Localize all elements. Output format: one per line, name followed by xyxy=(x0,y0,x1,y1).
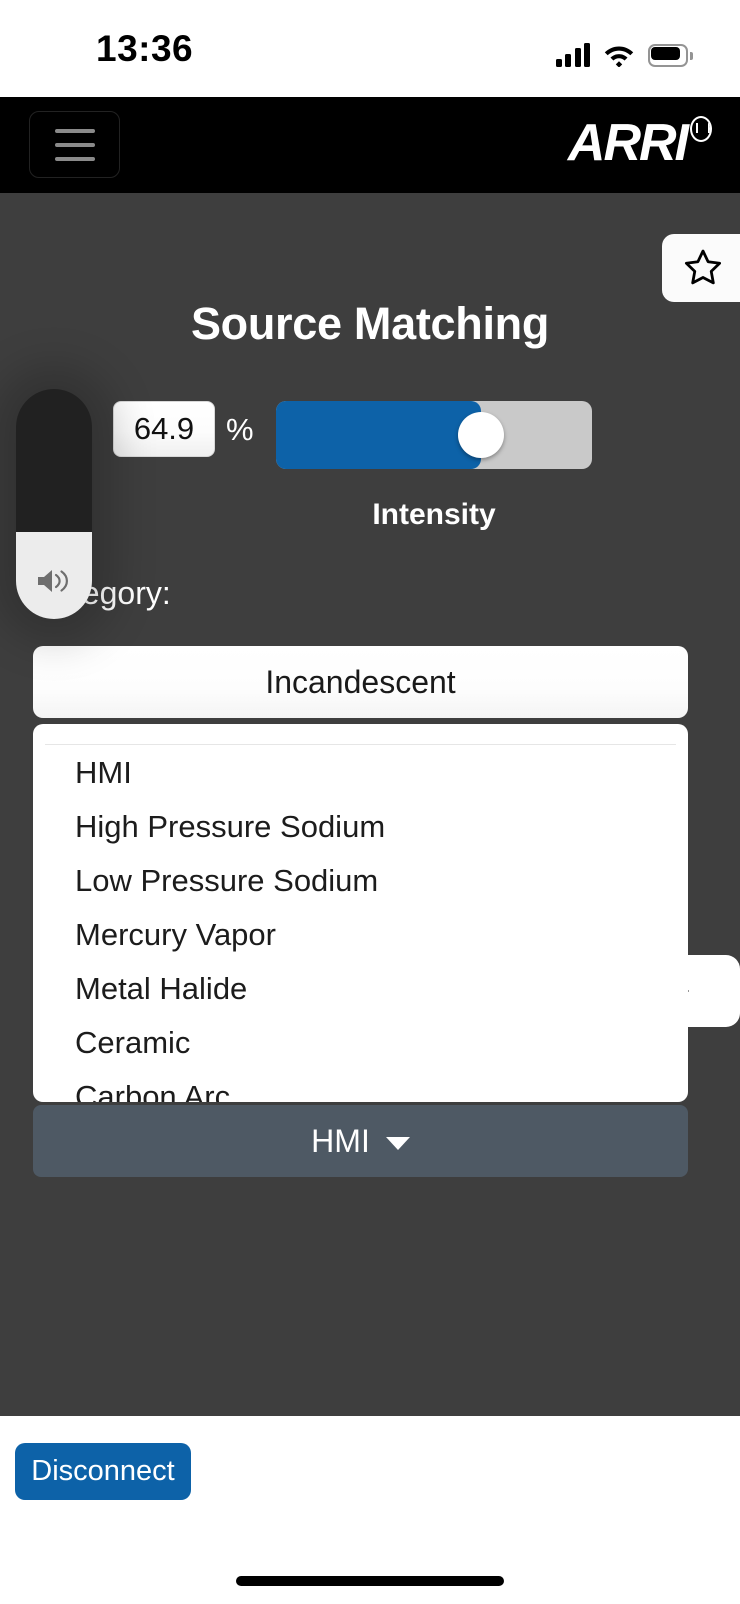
arri-wordmark: ARRI xyxy=(567,114,689,172)
intensity-label: Intensity xyxy=(372,498,496,531)
status-bar-icons xyxy=(555,33,693,67)
cellular-signal-icon xyxy=(555,43,590,67)
battery-icon xyxy=(648,44,693,67)
category-select[interactable]: Incandescent xyxy=(33,646,688,718)
wifi-icon xyxy=(604,46,634,67)
intensity-slider[interactable] xyxy=(276,401,592,469)
dropdown-items: HMI High Pressure Sodium Low Pressure So… xyxy=(33,746,688,1102)
list-item[interactable]: Metal Halide xyxy=(33,962,688,1016)
hamburger-menu-icon[interactable] xyxy=(29,111,120,178)
arri-logo: ARRI xyxy=(568,113,712,173)
bottom-bar: Disconnect xyxy=(0,1416,740,1604)
list-item[interactable]: HMI xyxy=(33,746,688,800)
favorite-button[interactable] xyxy=(662,234,740,302)
intensity-slider-fill xyxy=(276,401,482,469)
source-select-bar[interactable]: HMI xyxy=(33,1105,688,1177)
page-title: Source Matching xyxy=(190,298,550,349)
source-select-value: HMI xyxy=(311,1122,370,1159)
list-item[interactable]: Mercury Vapor xyxy=(33,908,688,962)
arri-registered-badge xyxy=(690,116,712,142)
main-content: Source Matching 64.9 % Intensity Categor… xyxy=(0,193,740,1416)
dropdown-separator xyxy=(45,744,676,745)
speaker-wave-icon xyxy=(38,570,69,592)
status-bar: 13:36 xyxy=(0,0,740,97)
intensity-unit-label: % xyxy=(226,412,254,447)
chevron-down-icon xyxy=(385,1136,410,1150)
list-item[interactable]: Carbon Arc xyxy=(33,1070,688,1102)
phone-screen: 13:36 ARRI Source Matching 64.9 % Intens… xyxy=(0,0,740,1604)
category-dropdown-list[interactable]: HMI High Pressure Sodium Low Pressure So… xyxy=(33,724,688,1102)
intensity-value-input[interactable]: 64.9 xyxy=(113,401,215,457)
app-header: ARRI xyxy=(0,97,740,193)
intensity-control-row: 64.9 % xyxy=(0,401,740,479)
list-item[interactable]: Ceramic xyxy=(33,1016,688,1070)
home-indicator[interactable] xyxy=(236,1576,504,1586)
list-item[interactable]: Low Pressure Sodium xyxy=(33,854,688,908)
volume-hud-overlay xyxy=(16,389,92,619)
list-item[interactable]: High Pressure Sodium xyxy=(33,800,688,854)
intensity-slider-thumb[interactable] xyxy=(458,412,505,458)
star-icon xyxy=(684,249,722,285)
disconnect-button[interactable]: Disconnect xyxy=(15,1443,191,1500)
volume-hud-icon-wrap xyxy=(16,565,92,597)
status-bar-time: 13:36 xyxy=(96,28,194,69)
